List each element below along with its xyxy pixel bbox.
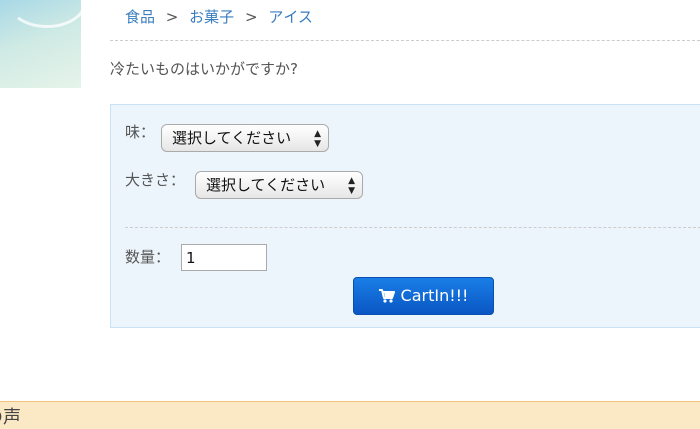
footer-section-header: の声 <box>0 401 700 429</box>
cart-in-button-label: CartIn!!! <box>400 286 469 305</box>
breadcrumb-separator: > <box>165 8 179 26</box>
product-thumbnail <box>0 0 81 88</box>
breadcrumb-item-sweets[interactable]: お菓子 <box>189 8 234 26</box>
breadcrumb-item-ice[interactable]: アイス <box>268 8 313 26</box>
size-label: 大きさ： <box>125 171 186 189</box>
option-panel: 味： 選択してください ▲▼ 大きさ： 選択してください ▲▼ 数量： Cart… <box>110 104 700 328</box>
select-arrows-icon: ▲ ▼ <box>314 129 321 149</box>
size-select-value: 選択してください <box>206 176 326 194</box>
thumbnail-swirl-decoration <box>8 0 81 28</box>
breadcrumb-separator: > <box>244 8 258 26</box>
cart-in-button[interactable]: CartIn!!! <box>353 277 494 315</box>
footer-section-title: の声 <box>0 407 21 428</box>
quantity-input[interactable] <box>181 244 267 271</box>
cart-icon <box>378 280 395 316</box>
divider <box>125 227 700 228</box>
select-arrows-icon: ▲ ▼ <box>348 176 355 196</box>
quantity-label: 数量： <box>125 248 171 266</box>
flavor-select-value: 選択してください <box>172 129 292 147</box>
breadcrumb: 食品 > お菓子 > アイス <box>125 6 313 28</box>
divider <box>110 40 700 41</box>
size-select[interactable]: 選択してください ▲ ▼ <box>195 171 363 199</box>
product-description: 冷たいものはいかがですか? <box>110 60 298 78</box>
flavor-select[interactable]: 選択してください ▲ ▼ <box>161 124 329 152</box>
flavor-label: 味： <box>125 123 156 141</box>
breadcrumb-item-food[interactable]: 食品 <box>125 8 155 26</box>
